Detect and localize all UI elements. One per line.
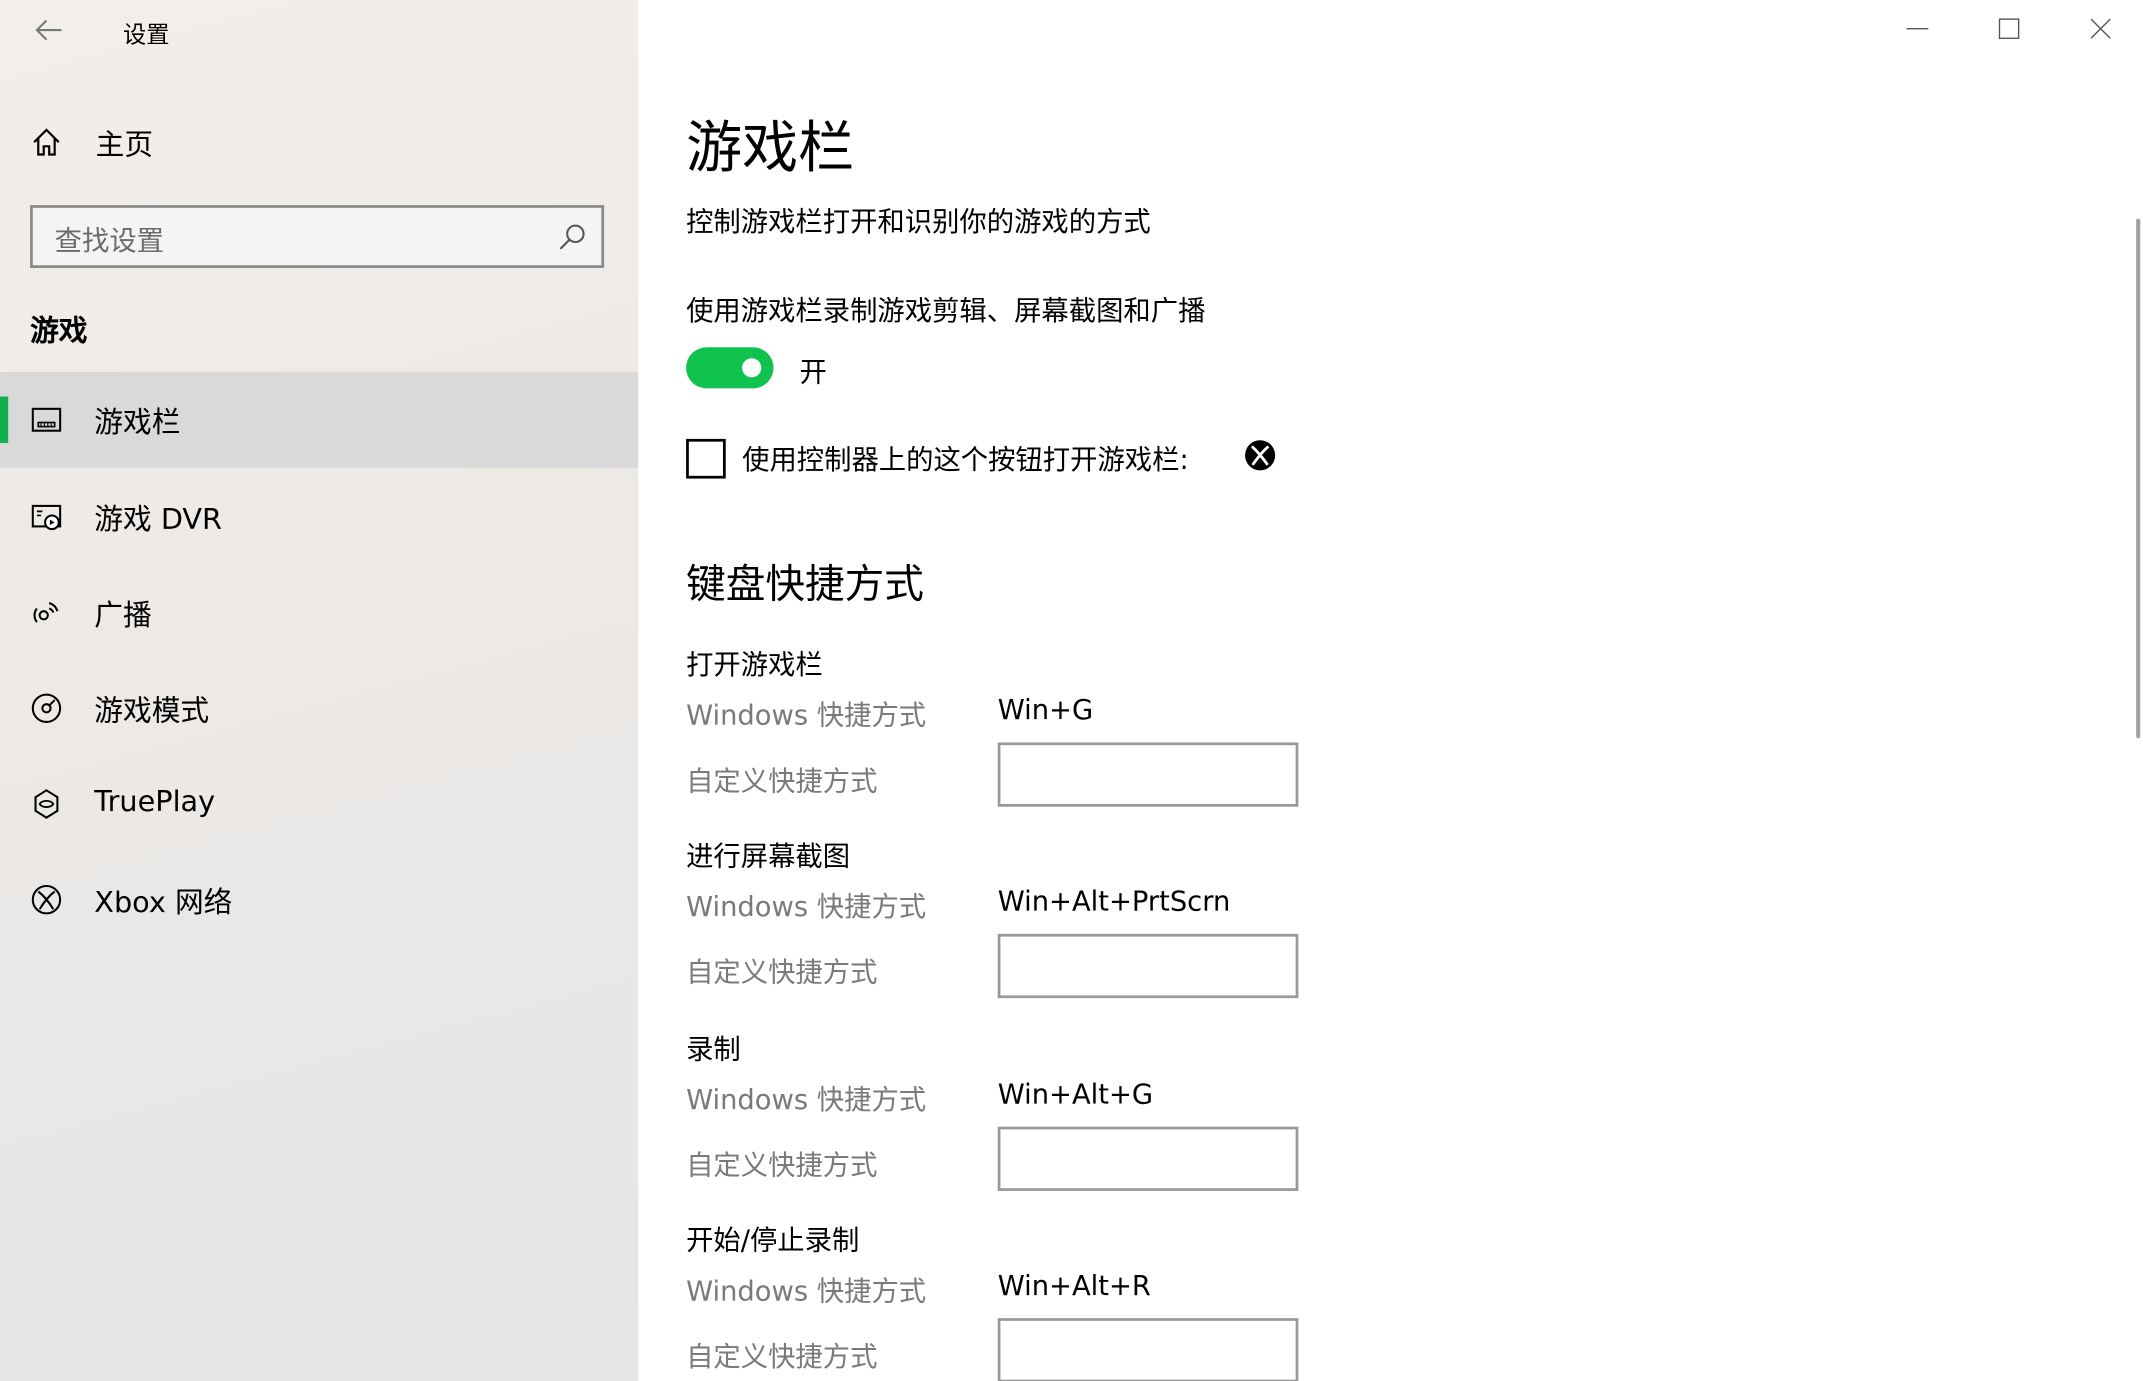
sidebar-item-label: TruePlay (94, 784, 216, 818)
search-icon (558, 222, 588, 258)
shortcut-group-title: 录制 (686, 1032, 741, 1066)
sidebar-item-home[interactable]: 主页 (0, 107, 638, 178)
sidebar-item-label: 游戏模式 (94, 694, 210, 728)
broadcast-icon (30, 596, 63, 629)
sidebar-item-trueplay[interactable]: TruePlay (0, 756, 638, 852)
custom-shortcut-input[interactable] (997, 1318, 1299, 1381)
section-title: 游戏 (30, 314, 88, 348)
xbox-icon (30, 883, 63, 916)
page-title: 游戏栏 (686, 114, 855, 181)
close-icon (2090, 18, 2111, 39)
toggle-knob (742, 358, 762, 378)
trueplay-icon (30, 788, 63, 821)
back-button[interactable] (25, 8, 74, 52)
custom-shortcut-input[interactable] (997, 742, 1299, 807)
controller-button-checkbox[interactable] (686, 438, 726, 479)
custom-shortcut-label: 自定义快捷方式 (686, 1339, 878, 1373)
keyboard-shortcuts-heading: 键盘快捷方式 (686, 560, 924, 608)
windows-shortcut-label: Windows 快捷方式 (686, 1082, 927, 1116)
maximize-icon (1998, 18, 2020, 39)
toggle-state-label: 开 (799, 355, 827, 389)
record-toggle[interactable] (686, 347, 774, 389)
xbox-icon (1244, 439, 1277, 477)
windows-shortcut-label: Windows 快捷方式 (686, 1274, 927, 1308)
custom-shortcut-input[interactable] (997, 1126, 1299, 1191)
game-dvr-icon (30, 500, 63, 533)
home-icon (30, 126, 63, 164)
maximize-button[interactable] (1978, 8, 2041, 49)
shortcut-group-title: 打开游戏栏 (686, 648, 823, 681)
page-subtitle: 控制游戏栏打开和识别你的游戏的方式 (686, 205, 1151, 238)
windows-shortcut-label: Windows 快捷方式 (686, 698, 927, 732)
sidebar-item-label: 游戏 DVR (94, 503, 223, 536)
scrollbar-thumb[interactable] (2136, 218, 2141, 739)
minimize-icon (1906, 28, 1929, 30)
sidebar-item-game-dvr[interactable]: 游戏 DVR (0, 469, 638, 565)
shortcut-group-title: 进行屏幕截图 (686, 839, 851, 873)
custom-shortcut-label: 自定义快捷方式 (686, 955, 878, 989)
search-placeholder: 查找设置 (54, 224, 165, 258)
minimize-button[interactable] (1886, 8, 1949, 49)
record-toggle-description: 使用游戏栏录制游戏剪辑、屏幕截图和广播 (686, 293, 1206, 327)
controller-checkbox-label: 使用控制器上的这个按钮打开游戏栏: (742, 443, 1189, 476)
windows-shortcut-value: Win+Alt+R (997, 1268, 1151, 1302)
home-label: 主页 (95, 128, 154, 162)
windows-shortcut-value: Win+Alt+PrtScrn (997, 884, 1231, 918)
sidebar-item-label: Xbox 网络 (94, 886, 233, 919)
back-arrow-icon (35, 19, 62, 41)
sidebar-item-broadcast[interactable]: 广播 (0, 565, 638, 661)
sidebar-item-label: 广播 (94, 598, 152, 632)
shortcut-group-title: 开始/停止录制 (686, 1223, 860, 1257)
sidebar-item-game-bar[interactable]: 游戏栏 (0, 371, 639, 468)
active-indicator (0, 396, 9, 444)
search-input[interactable]: 查找设置 (30, 205, 605, 268)
close-button[interactable] (2069, 8, 2132, 49)
game-bar-icon (30, 403, 63, 436)
sidebar-item-game-mode[interactable]: 游戏模式 (0, 660, 638, 756)
sidebar-item-xbox-network[interactable]: Xbox 网络 (0, 852, 638, 948)
custom-shortcut-label: 自定义快捷方式 (686, 1148, 878, 1182)
custom-shortcut-label: 自定义快捷方式 (686, 764, 878, 798)
sidebar: 设置 主页 查找设置 游戏 游戏栏 游戏 DVR 广播 游戏模式 TruePla… (0, 0, 639, 1381)
game-mode-icon (30, 692, 63, 725)
windows-shortcut-label: Windows 快捷方式 (686, 890, 927, 923)
windows-shortcut-value: Win+G (997, 693, 1094, 727)
custom-shortcut-input[interactable] (997, 933, 1299, 999)
windows-shortcut-value: Win+Alt+G (997, 1077, 1154, 1111)
sidebar-item-label: 游戏栏 (94, 406, 181, 439)
app-title: 设置 (123, 21, 170, 50)
